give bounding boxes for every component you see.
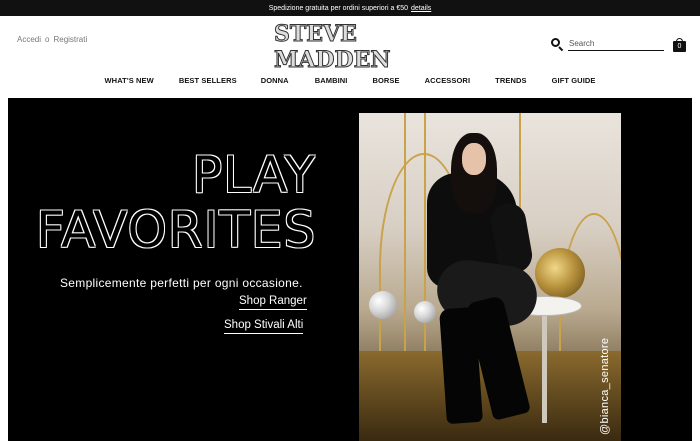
photo-credit-area: @bianca_senatore [595,293,617,438]
nav-item-best-sellers[interactable]: BEST SELLERS [179,76,237,85]
promo-text: Spedizione gratuita per ordini superiori… [268,4,409,12]
promo-bar: Spedizione gratuita per ordini superiori… [0,0,700,16]
site-header: Accedi o Registrati STEVE MADDEN 0 WHAT'… [0,16,700,98]
nav-item-donna[interactable]: DONNA [261,76,289,85]
nav-item-borse[interactable]: BORSE [372,76,399,85]
light-bulbs [414,301,436,323]
search-box [550,37,664,52]
cage-bar [404,113,406,373]
photo-credit: @bianca_senatore [599,337,611,435]
nav-item-whats-new[interactable]: WHAT'S NEW [105,76,154,85]
headline-line-2: FAVORITES [36,201,317,259]
cart-count: 0 [673,41,686,52]
account-separator: o [45,35,50,44]
hero-banner[interactable]: PLAY FAVORITES Semplicemente perfetti pe… [8,98,692,441]
promo-details-link[interactable]: details [411,5,431,12]
gold-ornaments [535,248,585,298]
account-links: Accedi o Registrati [17,35,87,44]
shopping-bag-icon[interactable]: 0 [673,38,686,52]
headline-line-1: PLAY [191,146,316,204]
search-input[interactable] [568,37,664,51]
login-link[interactable]: Accedi [17,35,41,44]
register-link[interactable]: Registrati [53,35,87,44]
shop-stivali-alti-link[interactable]: Shop Stivali Alti [224,319,304,334]
main-nav: WHAT'S NEW BEST SELLERS DONNA BAMBINI BO… [0,76,700,85]
search-icon[interactable] [550,37,564,52]
hero-tagline: Semplicemente perfetti per ogni occasion… [60,276,303,290]
site-logo[interactable]: STEVE MADDEN [274,21,428,74]
model-face [462,143,486,175]
light-bulbs [369,291,397,319]
nav-item-gift-guide[interactable]: GIFT GUIDE [552,76,596,85]
hero-photo[interactable]: @bianca_senatore [359,113,621,441]
hero-headline: PLAY FAVORITES [36,148,316,258]
nav-item-accessori[interactable]: ACCESSORI [425,76,471,85]
shop-ranger-link[interactable]: Shop Ranger [239,295,307,310]
nav-item-trends[interactable]: TRENDS [495,76,526,85]
side-table-stem [542,313,547,423]
cage-bar [424,113,426,373]
nav-item-bambini[interactable]: BAMBINI [315,76,348,85]
